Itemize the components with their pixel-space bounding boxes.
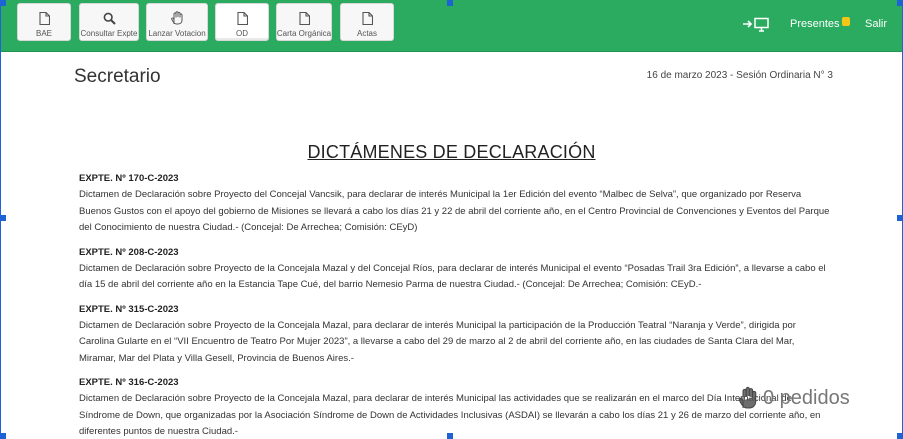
session-info: 16 de marzo 2023 - Sesión Ordinaria N° 3: [646, 70, 833, 81]
consultar-expte-button-label: Consultar Expte: [80, 29, 138, 38]
monitor-login-icon[interactable]: [742, 17, 770, 33]
resize-handle[interactable]: [0, 215, 6, 221]
list-item: EXPTE. Nº 316-C-2023 Dictamen de Declara…: [79, 376, 831, 439]
list-item: EXPTE. Nº 315-C-2023 Dictamen de Declara…: [79, 303, 831, 368]
hand-icon: [170, 11, 184, 25]
actas-button-label: Actas: [356, 29, 377, 38]
expte-body: Dictamen de Declaración sobre Proyecto d…: [79, 262, 826, 291]
section-heading: DICTÁMENES DE DECLARACIÓN: [307, 142, 596, 162]
lanzar-votacion-button[interactable]: Lanzar Votacion: [146, 3, 208, 41]
actas-button[interactable]: Actas: [340, 3, 394, 41]
carta-organica-button-label: Carta Orgánica: [276, 29, 332, 38]
consultar-expte-button[interactable]: Consultar Expte: [79, 3, 139, 41]
resize-handle[interactable]: [0, 0, 6, 6]
document-icon: [297, 11, 311, 25]
od-button-label: OD: [236, 29, 248, 38]
lanzar-votacion-button-label: Lanzar Votacion: [148, 29, 206, 38]
page-title: Secretario: [74, 66, 161, 87]
list-item: EXPTE. Nº 170-C-2023 Dictamen de Declara…: [79, 172, 831, 237]
dictamenes-list: EXPTE. Nº 170-C-2023 Dictamen de Declara…: [79, 172, 831, 439]
expte-body: Dictamen de Declaración sobre Proyecto d…: [79, 393, 821, 437]
resize-handle[interactable]: [897, 0, 903, 6]
resize-handle[interactable]: [897, 215, 903, 221]
expte-title: EXPTE. Nº 315-C-2023: [79, 303, 179, 315]
pedidos-text: 0 pedidos: [763, 386, 850, 409]
carta-organica-button[interactable]: Carta Orgánica: [276, 3, 332, 41]
document-icon: [235, 11, 249, 25]
resize-handle[interactable]: [447, 0, 453, 6]
expte-title: EXPTE. Nº 208-C-2023: [79, 246, 179, 258]
bae-button-label: BAE: [35, 29, 52, 38]
resize-handle[interactable]: [0, 433, 6, 439]
document-icon: [360, 11, 374, 25]
expte-body: Dictamen de Declaración sobre Proyecto d…: [79, 319, 796, 364]
pedidos-indicator[interactable]: 0 pedidos: [737, 386, 850, 410]
salir-link[interactable]: Salir: [865, 18, 887, 30]
od-button[interactable]: OD: [215, 3, 269, 41]
expte-title: EXPTE. Nº 316-C-2023: [79, 377, 179, 388]
search-icon: [102, 11, 116, 25]
expte-title: EXPTE. Nº 170-C-2023: [79, 173, 179, 184]
expte-body: Dictamen de Declaración sobre Proyecto d…: [79, 189, 830, 233]
bae-button[interactable]: BAE: [17, 3, 71, 41]
list-item: EXPTE. Nº 208-C-2023 Dictamen de Declara…: [79, 246, 831, 294]
document-icon: [37, 11, 51, 25]
resize-handle[interactable]: [897, 433, 903, 439]
resize-handle[interactable]: [447, 433, 453, 439]
presentes-link[interactable]: Presentes: [790, 18, 840, 30]
top-toolbar: BAE Consultar Expte Lanzar Votacion OD C…: [0, 0, 903, 52]
hand-icon: [737, 386, 761, 410]
presentes-badge: [842, 17, 850, 26]
